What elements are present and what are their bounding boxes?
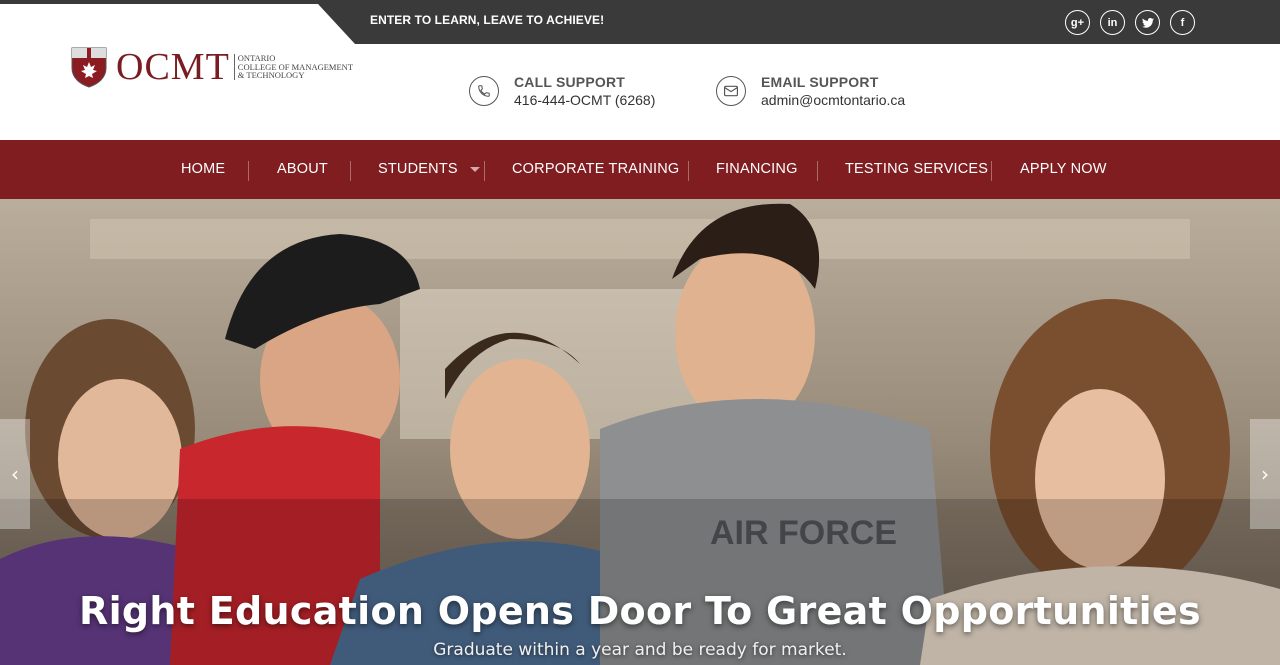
header: OCMT Ontario College of Management & Tec… bbox=[0, 44, 1280, 140]
nav-item-home[interactable]: HOME bbox=[181, 161, 225, 177]
hero-subtitle: Graduate within a year and be ready for … bbox=[433, 640, 847, 660]
nav-item-testing-services[interactable]: TESTING SERVICES bbox=[845, 161, 988, 177]
hero-title: Right Education Opens Door To Great Oppo… bbox=[79, 589, 1201, 633]
call-support: CALL SUPPORT 416-444-OCMT (6268) bbox=[469, 74, 655, 108]
chevron-down-icon bbox=[469, 166, 480, 172]
nav-item-apply-now[interactable]: APPLY NOW bbox=[1020, 161, 1107, 177]
main-nav: HOME ABOUT STUDENTS CORPORATE TRAINING F… bbox=[0, 140, 1280, 199]
nav-divider bbox=[688, 161, 689, 181]
hero-slider: AIR FORCE ‹ › Right Education Opens Door… bbox=[0, 199, 1280, 665]
social-links: g+ in f bbox=[1065, 10, 1195, 35]
envelope-icon bbox=[716, 76, 746, 106]
slider-next-button[interactable]: › bbox=[1250, 419, 1280, 529]
phone-number[interactable]: 416-444-OCMT (6268) bbox=[514, 92, 655, 108]
email-support: EMAIL SUPPORT admin@ocmtontario.ca bbox=[716, 74, 905, 108]
tagline: ENTER TO LEARN, LEAVE TO ACHIEVE! bbox=[370, 13, 605, 27]
nav-item-financing[interactable]: FINANCING bbox=[716, 161, 798, 177]
maple-leaf-shield-icon bbox=[71, 47, 107, 88]
nav-item-corporate-training[interactable]: CORPORATE TRAINING bbox=[512, 161, 679, 177]
logo-subtitle: Ontario College of Management & Technolo… bbox=[233, 54, 353, 81]
nav-divider bbox=[350, 161, 351, 181]
chevron-left-icon: ‹ bbox=[11, 462, 19, 486]
email-support-title: EMAIL SUPPORT bbox=[761, 74, 879, 90]
nav-divider bbox=[248, 161, 249, 181]
chevron-right-icon: › bbox=[1261, 462, 1269, 486]
email-address[interactable]: admin@ocmtontario.ca bbox=[761, 92, 905, 108]
slider-prev-button[interactable]: ‹ bbox=[0, 419, 30, 529]
nav-divider bbox=[484, 161, 485, 181]
logo-wordmark: OCMT bbox=[116, 46, 230, 88]
nav-divider bbox=[817, 161, 818, 181]
phone-icon bbox=[469, 76, 499, 106]
nav-item-students-label: STUDENTS bbox=[378, 161, 458, 177]
facebook-icon[interactable]: f bbox=[1170, 10, 1195, 35]
site-logo[interactable]: OCMT Ontario College of Management & Tec… bbox=[70, 46, 353, 88]
logo-line-3: & Technology bbox=[237, 70, 305, 81]
nav-divider bbox=[991, 161, 992, 181]
top-bar: ENTER TO LEARN, LEAVE TO ACHIEVE! g+ in … bbox=[0, 0, 1280, 44]
top-bar-logo-tab bbox=[0, 4, 355, 44]
nav-item-about[interactable]: ABOUT bbox=[277, 161, 328, 177]
twitter-icon[interactable] bbox=[1135, 10, 1160, 35]
google-plus-icon[interactable]: g+ bbox=[1065, 10, 1090, 35]
call-support-title: CALL SUPPORT bbox=[514, 74, 626, 90]
linkedin-icon[interactable]: in bbox=[1100, 10, 1125, 35]
twitter-bird-glyph bbox=[1141, 17, 1154, 28]
nav-item-students[interactable]: STUDENTS bbox=[378, 161, 480, 177]
